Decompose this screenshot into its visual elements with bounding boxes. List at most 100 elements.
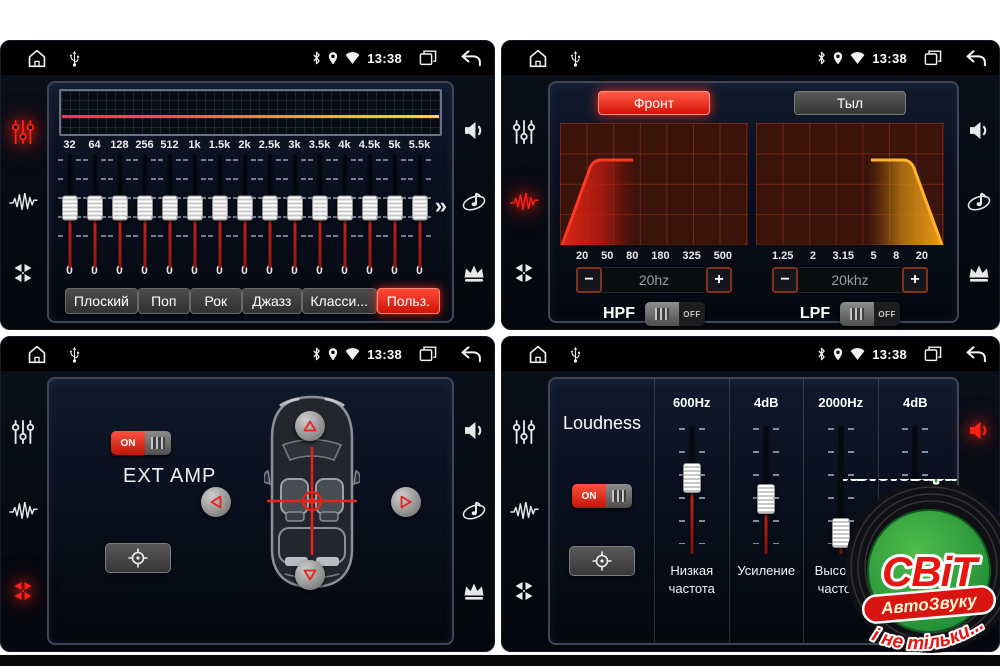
eq-band-slider[interactable] <box>107 155 132 260</box>
eq-slider-handle[interactable] <box>312 195 328 220</box>
crown-nav-icon[interactable] <box>462 582 486 601</box>
fader-front-button[interactable] <box>295 411 325 441</box>
eq-band-slider[interactable] <box>207 155 232 260</box>
eq-slider-handle[interactable] <box>187 195 203 220</box>
balance-nav-icon[interactable] <box>512 579 536 603</box>
recents-icon[interactable] <box>419 346 437 362</box>
eq-band: 1k 0 <box>182 139 207 277</box>
eq-slider-handle[interactable] <box>262 195 278 220</box>
waveform-nav-icon[interactable] <box>509 193 539 213</box>
reset-button[interactable] <box>569 546 635 576</box>
waveform-nav-icon[interactable] <box>8 193 38 213</box>
eq-more-bands-button[interactable]: » <box>435 193 447 219</box>
eq-slider-handle[interactable] <box>412 195 428 220</box>
loudness-slider-handle[interactable] <box>683 463 701 493</box>
back-icon[interactable] <box>965 50 987 67</box>
eq-band-slider[interactable] <box>382 155 407 260</box>
loudness-slider[interactable] <box>678 426 706 548</box>
waveform-nav-icon[interactable] <box>509 502 539 522</box>
eq-band-slider[interactable] <box>232 155 257 260</box>
eq-band-slider[interactable] <box>357 155 382 260</box>
equalizer-nav-icon[interactable] <box>11 119 35 145</box>
eq-band-slider[interactable] <box>132 155 157 260</box>
loudness-toggle[interactable]: ON <box>572 484 632 508</box>
music-note-nav-icon[interactable] <box>461 500 487 522</box>
eq-preset-button[interactable]: Плоский <box>65 288 138 314</box>
eq-band-slider[interactable] <box>332 155 357 260</box>
balance-left-button[interactable] <box>201 487 231 517</box>
eq-band-slider[interactable] <box>257 155 282 260</box>
hpf-minus-button[interactable]: − <box>576 267 602 293</box>
home-icon[interactable] <box>528 49 548 68</box>
back-icon[interactable] <box>965 346 987 363</box>
eq-preset-button[interactable]: Польз. <box>377 288 440 314</box>
eq-slider-handle[interactable] <box>62 195 78 220</box>
recents-icon[interactable] <box>419 50 437 66</box>
eq-preset-button[interactable]: Джазз <box>242 288 302 314</box>
lpf-toggle[interactable]: OFF <box>840 302 900 326</box>
eq-slider-handle[interactable] <box>137 195 153 220</box>
lpf-tick-row: 1.2523.155820 <box>756 250 944 262</box>
eq-preset-button[interactable]: Класси... <box>302 288 377 314</box>
home-icon[interactable] <box>27 345 47 364</box>
loudness-slider-handle[interactable] <box>757 484 775 514</box>
rear-tab[interactable]: Тыл <box>794 91 906 115</box>
speaker-nav-icon[interactable] <box>968 421 991 440</box>
eq-band: 1.5k 0 <box>207 139 232 277</box>
waveform-nav-icon[interactable] <box>8 502 38 522</box>
crown-nav-icon[interactable] <box>462 264 486 283</box>
equalizer-nav-icon[interactable] <box>512 119 536 145</box>
recents-icon[interactable] <box>924 346 942 362</box>
lpf-plus-button[interactable]: + <box>902 267 928 293</box>
back-icon[interactable] <box>460 346 482 363</box>
freq-tick-label: 20 <box>916 250 928 262</box>
balance-right-button[interactable] <box>391 487 421 517</box>
balance-nav-icon[interactable] <box>512 261 536 285</box>
music-note-nav-icon[interactable] <box>966 191 992 213</box>
home-icon[interactable] <box>27 49 47 68</box>
speaker-nav-icon[interactable] <box>463 121 486 140</box>
eq-band-slider[interactable] <box>57 155 82 260</box>
eq-slider-handle[interactable] <box>87 195 103 220</box>
eq-slider-handle[interactable] <box>237 195 253 220</box>
speaker-nav-icon[interactable] <box>463 421 486 440</box>
eq-preset-button[interactable]: Поп <box>138 288 190 314</box>
eq-slider-handle[interactable] <box>387 195 403 220</box>
eq-band-slider[interactable] <box>157 155 182 260</box>
crown-nav-icon[interactable] <box>967 264 991 283</box>
freq-tick-label: 20 <box>576 250 588 262</box>
hpf-toggle[interactable]: OFF <box>645 302 705 326</box>
loudness-slider[interactable] <box>752 426 780 548</box>
music-note-nav-icon[interactable] <box>461 191 487 213</box>
balance-nav-icon[interactable] <box>11 579 35 603</box>
lpf-minus-button[interactable]: − <box>772 267 798 293</box>
loudness-band: 4dB Усиление <box>729 379 804 643</box>
center-reset-button[interactable] <box>105 543 171 573</box>
eq-preset-button[interactable]: Рок <box>190 288 242 314</box>
eq-slider-handle[interactable] <box>337 195 353 220</box>
usb-icon <box>570 346 581 363</box>
eq-band-slider[interactable] <box>82 155 107 260</box>
back-icon[interactable] <box>460 50 482 67</box>
eq-slider-handle[interactable] <box>287 195 303 220</box>
loudness-title: Loudness <box>563 413 641 434</box>
eq-band-slider[interactable] <box>282 155 307 260</box>
eq-slider-handle[interactable] <box>162 195 178 220</box>
home-icon[interactable] <box>528 345 548 364</box>
eq-band-slider[interactable] <box>407 155 432 260</box>
hpf-plus-button[interactable]: + <box>706 267 732 293</box>
front-tab[interactable]: Фронт <box>598 91 710 115</box>
eq-band-slider[interactable] <box>182 155 207 260</box>
ext-amp-toggle[interactable]: ON <box>111 431 171 455</box>
fader-rear-button[interactable] <box>295 560 325 590</box>
equalizer-nav-icon[interactable] <box>512 419 536 445</box>
eq-slider-handle[interactable] <box>362 195 378 220</box>
eq-band-slider[interactable] <box>307 155 332 260</box>
eq-slider-handle[interactable] <box>212 195 228 220</box>
eq-slider-handle[interactable] <box>112 195 128 220</box>
balance-nav-icon[interactable] <box>11 261 35 285</box>
loudness-control-column: Loudness ON <box>550 379 654 643</box>
recents-icon[interactable] <box>924 50 942 66</box>
speaker-nav-icon[interactable] <box>968 121 991 140</box>
equalizer-nav-icon[interactable] <box>11 419 35 445</box>
